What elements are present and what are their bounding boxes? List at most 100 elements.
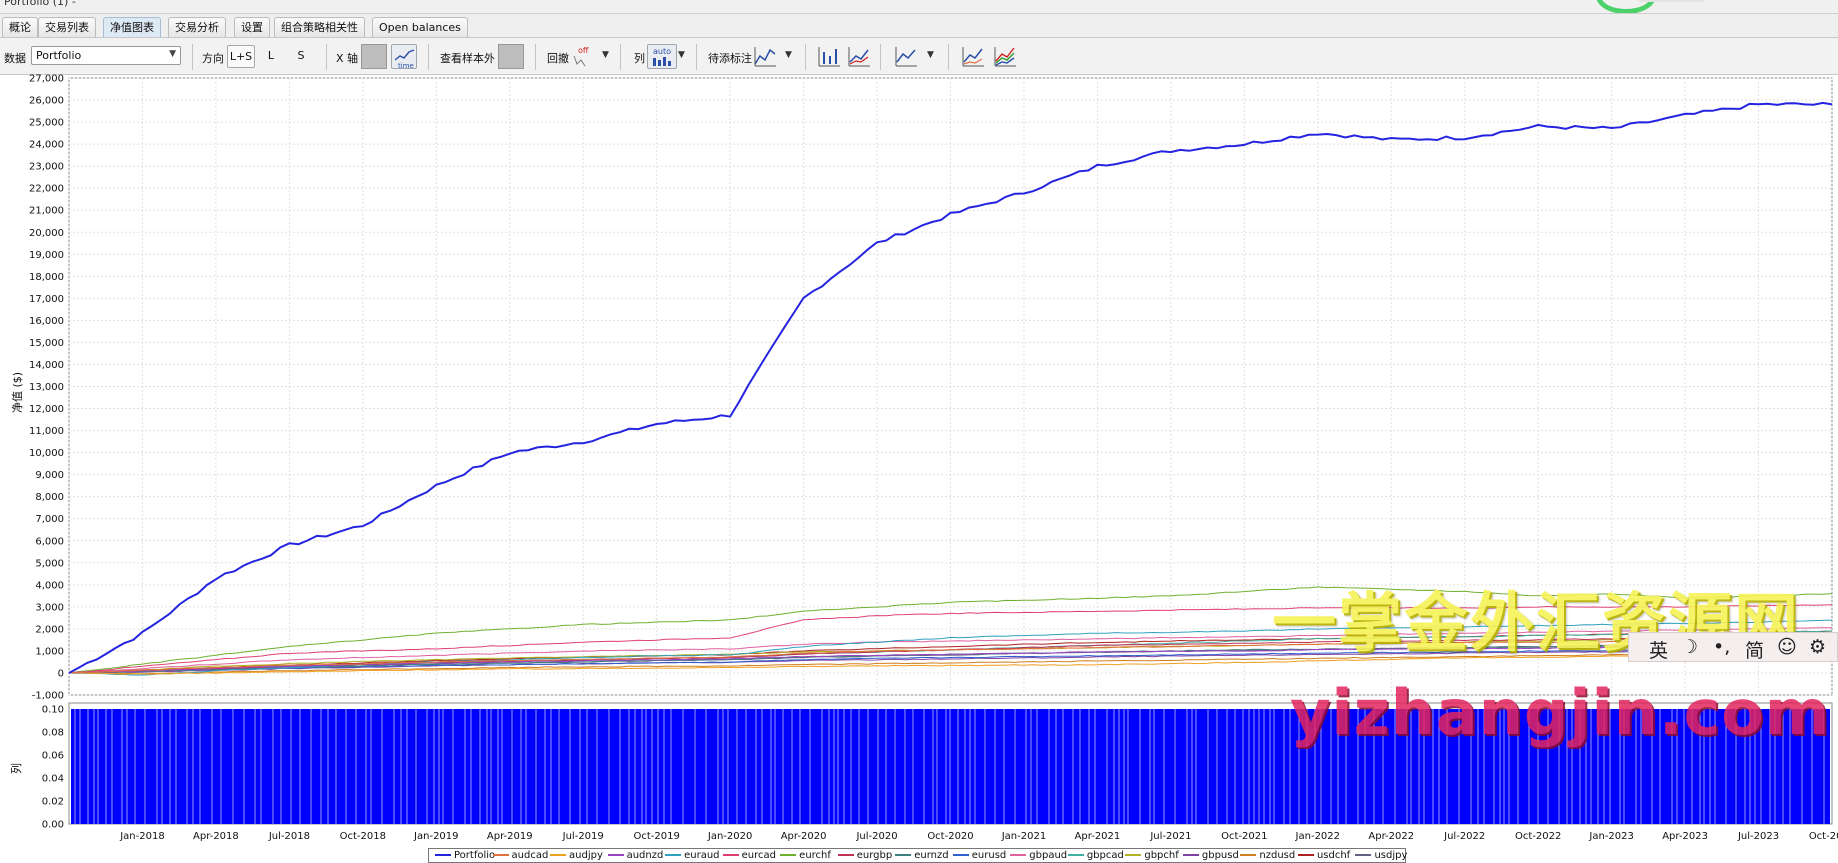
y-tick-label: 0 [58,668,64,679]
legend-label: gbpaud [1029,850,1068,861]
legend-item-eurusd: eurusd [952,850,1007,861]
y-tick-label: 8,000 [35,492,64,503]
x-tick-label: Jan-2021 [1001,831,1046,842]
x-tick-label: Jan-2019 [413,831,458,842]
y-tick-label: 25,000 [29,118,64,129]
legend-swatch [1125,854,1142,856]
columns-y-tick-label: 0.06 [42,751,64,762]
legend-item-eurnzd: eurnzd [895,850,949,861]
emoji-icon[interactable]: ☺ [1777,636,1797,658]
punctuation-icon[interactable]: •, [1713,636,1730,658]
columns-y-tick-label: 0.00 [42,820,64,831]
y-tick-label: 2,000 [35,624,64,635]
legend-item-nzdusd: nzdusd [1240,850,1295,861]
legend-item-gbpusd: gbpusd [1182,850,1239,861]
y-tick-label: 23,000 [29,162,64,173]
legend-label: usdchf [1316,850,1351,861]
legend-swatch [1297,854,1314,856]
x-tick-label: Jan-2022 [1295,831,1340,842]
legend-label: gbpchf [1144,850,1179,861]
x-tick-label: Jan-2020 [707,831,752,842]
y-tick-label: 1,000 [35,646,64,657]
legend-item-audnzd: audnzd [607,850,663,861]
y-tick-label: 22,000 [29,184,64,195]
ime-toolbar[interactable]: 英 ☽ •, 简 ☺ ⚙ [1628,632,1838,662]
legend-label: euraud [684,850,720,861]
x-tick-label: Jul-2021 [1149,831,1191,842]
legend-label: usdjpy [1374,850,1408,861]
x-tick-label: Jul-2022 [1443,831,1485,842]
legend-swatch [895,854,912,856]
legend-item-eurchf: eurchf [780,850,831,861]
x-tick-label: Oct-2020 [927,831,973,842]
x-tick-label: Oct-2021 [1221,831,1267,842]
legend-item-usdchf: usdchf [1297,850,1351,861]
y-tick-label: 15,000 [29,338,64,349]
legend-label: eurchf [799,850,831,861]
columns-y-tick-label: 0.08 [42,728,64,739]
legend-swatch [1182,854,1199,856]
legend-label: nzdusd [1259,850,1296,861]
y-tick-label: -1,000 [32,691,64,702]
x-tick-label: Jan-2018 [119,831,164,842]
columns-y-tick-label: 0.10 [42,705,64,716]
legend-item-euraud: euraud [665,850,720,861]
y-tick-label: 17,000 [29,294,64,305]
y-tick-label: 19,000 [29,250,64,261]
y-tick-label: 11,000 [29,426,64,437]
y-tick-label: 5,000 [35,558,64,569]
x-tick-label: Oct-2018 [340,831,386,842]
y-tick-label: 16,000 [29,316,64,327]
columns-y-tick-label: 0.04 [42,774,64,785]
legend-swatch [1355,854,1372,856]
x-tick-label: Oct-2023 [1809,831,1838,842]
legend-item-audcad: audcad [492,850,548,861]
y-tick-label: 21,000 [29,206,64,217]
legend-item-gbpcad: gbpcad [1067,850,1124,861]
legend-swatch [435,854,451,856]
chart-legend: Portfolio audcad audjpy audnzd euraud eurcad e… [428,848,1407,863]
legend-swatch [952,854,969,856]
legend-swatch [550,854,567,856]
legend-label: eurusd [971,850,1007,861]
ime-lang-toggle[interactable]: 英 [1649,636,1668,663]
y-tick-label: 20,000 [29,228,64,239]
x-tick-label: Apr-2022 [1368,831,1414,842]
x-tick-label: Jul-2019 [562,831,604,842]
legend-item-eurcad: eurcad [722,850,776,861]
legend-swatch [607,854,624,856]
legend-label: gbpcad [1086,850,1124,861]
legend-swatch [665,854,682,856]
y-tick-label: 6,000 [35,536,64,547]
y-tick-label: 10,000 [29,448,64,459]
gear-icon[interactable]: ⚙ [1809,636,1826,658]
legend-label: gbpusd [1201,850,1239,861]
x-tick-label: Jul-2023 [1737,831,1779,842]
legend-swatch [1010,854,1027,856]
legend-item-Portfolio: Portfolio [435,850,495,861]
x-tick-label: Apr-2021 [1075,831,1121,842]
y-tick-label: 4,000 [35,580,64,591]
x-tick-label: Apr-2020 [781,831,827,842]
y-tick-label: 27,000 [29,74,64,85]
x-tick-label: Jul-2020 [855,831,897,842]
legend-label: eurcad [741,850,776,861]
ime-simplified-toggle[interactable]: 简 [1745,636,1764,663]
legend-swatch [837,854,854,856]
x-tick-label: Jul-2018 [268,831,310,842]
legend-item-usdjpy: usdjpy [1355,850,1407,861]
y-tick-label: 7,000 [35,514,64,525]
y-tick-label: 3,000 [35,602,64,613]
legend-item-gbpchf: gbpchf [1125,850,1179,861]
y-tick-label: 12,000 [29,404,64,415]
legend-swatch [780,854,797,856]
legend-label: Portfolio [454,850,496,861]
watermark-url: yizhangjin.com [1290,676,1831,749]
legend-swatch [722,854,739,856]
y-tick-label: 24,000 [29,140,64,151]
moon-icon[interactable]: ☽ [1681,636,1698,658]
x-tick-label: Oct-2022 [1515,831,1561,842]
legend-label: eurnzd [914,850,949,861]
x-tick-label: Apr-2019 [487,831,533,842]
legend-label: eurgbp [856,850,893,861]
